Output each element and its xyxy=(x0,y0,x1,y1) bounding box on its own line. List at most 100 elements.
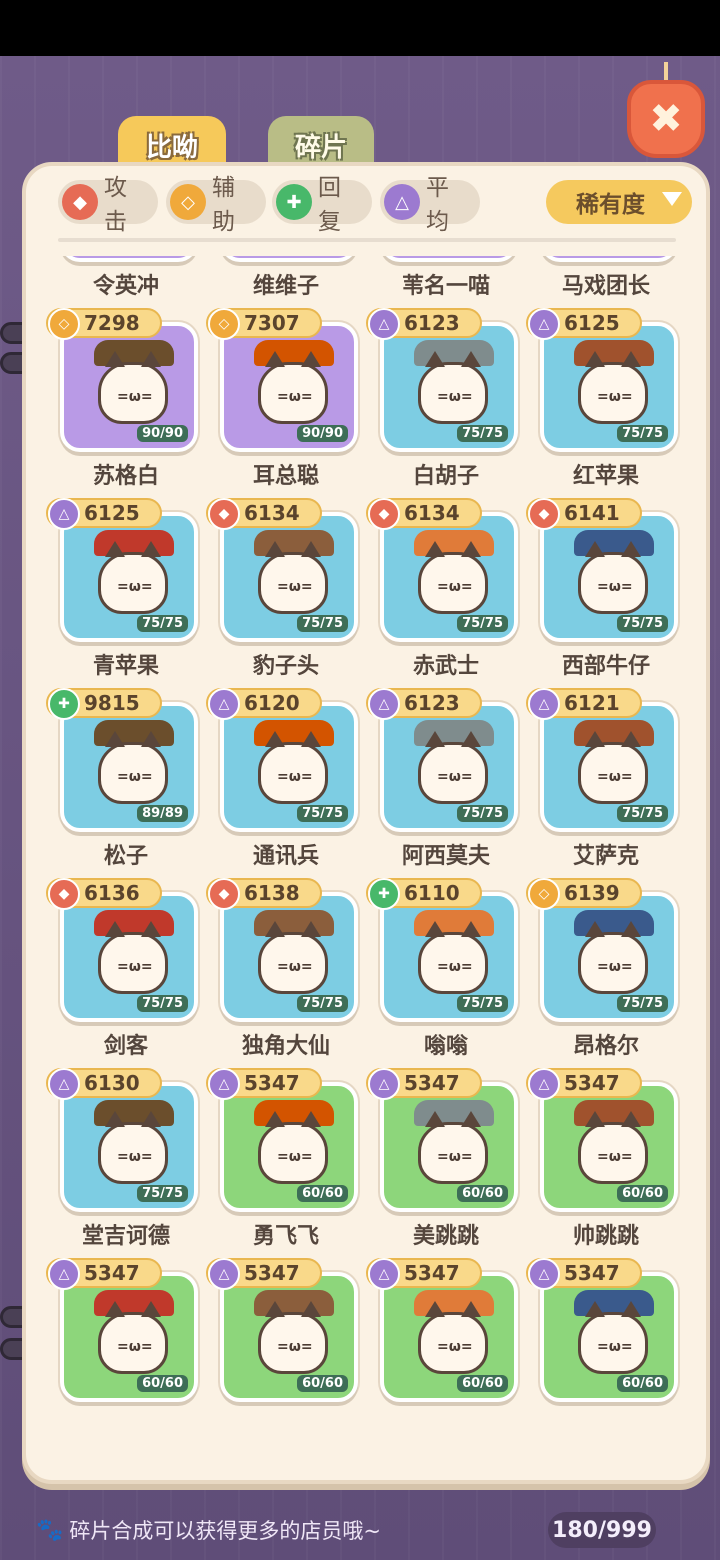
attack-icon: ◆ xyxy=(208,498,240,530)
balance-icon: △ xyxy=(368,1068,400,1100)
power-value: 5347 xyxy=(404,1261,460,1285)
character-card[interactable]: =ω= 60/60 △ 5347 美跳跳 xyxy=(366,1068,526,1258)
character-portrait: =ω= 90/90 xyxy=(220,322,358,452)
character-card[interactable]: =ω=90/90 维维子 xyxy=(206,256,366,308)
character-name: 青苹果 xyxy=(92,654,159,679)
level-badge: 75/75 xyxy=(457,805,508,822)
cat-face-icon: =ω= xyxy=(117,959,153,975)
cat-sprite: =ω= xyxy=(578,1111,648,1184)
cat-sprite: =ω= xyxy=(418,541,488,614)
cat-face-icon: =ω= xyxy=(117,389,153,405)
character-card[interactable]: =ω= 75/75 ◆ 6134 豹子头 xyxy=(206,498,366,688)
filter-support[interactable]: ◇ 辅助 xyxy=(166,175,266,235)
cat-face-icon: =ω= xyxy=(117,579,153,595)
character-card[interactable]: =ω= 75/75 ✚ 6110 嗡嗡 xyxy=(366,878,526,1068)
character-card[interactable]: =ω= 75/75 ◆ 6141 西部牛仔 xyxy=(526,498,686,688)
balance-icon: △ xyxy=(528,308,560,340)
character-name: 红苹果 xyxy=(572,464,639,489)
character-card[interactable]: =ω= 90/90 ◇ 7298 苏格白 xyxy=(46,308,206,498)
close-icon: ✖ xyxy=(627,80,705,158)
character-name: 豹子头 xyxy=(252,654,319,679)
character-name: 阿西莫夫 xyxy=(401,844,490,869)
power-value: 6141 xyxy=(564,501,620,525)
character-card[interactable]: =ω= 75/75 ◇ 6139 昂格尔 xyxy=(526,878,686,1068)
cat-face-icon: =ω= xyxy=(437,579,473,595)
cat-sprite: =ω= xyxy=(258,541,328,614)
character-card[interactable]: =ω= 75/75 ◆ 6138 独角大仙 xyxy=(206,878,366,1068)
power-value: 6134 xyxy=(404,501,460,525)
character-name: 独角大仙 xyxy=(241,1034,330,1059)
sort-rarity-label: 稀有度 xyxy=(576,192,645,218)
cat-sprite: =ω= xyxy=(258,1301,328,1374)
character-portrait: =ω= 75/75 xyxy=(60,1082,198,1212)
character-card[interactable]: =ω=90/90 苇名一喵 xyxy=(366,256,526,308)
character-card[interactable]: =ω= 60/60 △ 5347 xyxy=(366,1258,526,1448)
character-name: 白胡子 xyxy=(412,464,479,489)
filter-heal-label: 回复 xyxy=(318,175,341,235)
character-card[interactable]: =ω= 75/75 ◆ 6134 赤武士 xyxy=(366,498,526,688)
character-card[interactable]: =ω= 89/89 ✚ 9815 松子 xyxy=(46,688,206,878)
cat-face-icon: =ω= xyxy=(277,959,313,975)
level-badge: 75/75 xyxy=(137,615,188,632)
cat-face-icon: =ω= xyxy=(437,769,473,785)
character-portrait: =ω= 75/75 xyxy=(60,512,198,642)
character-card[interactable]: =ω= 60/60 △ 5347 xyxy=(46,1258,206,1448)
power-badge: △ 6121 xyxy=(526,688,642,720)
filter-heal[interactable]: ✚ 回复 xyxy=(272,175,372,235)
character-card[interactable]: =ω= 90/90 ◇ 7307 耳总聪 xyxy=(206,308,366,498)
power-value: 6125 xyxy=(564,311,620,335)
character-card[interactable]: =ω= 75/75 △ 6125 红苹果 xyxy=(526,308,686,498)
character-card[interactable]: =ω=90/90 马戏团长 xyxy=(526,256,686,308)
character-name: 马戏团长 xyxy=(561,274,650,299)
character-card[interactable]: =ω= 75/75 △ 6125 青苹果 xyxy=(46,498,206,688)
close-button[interactable]: ✖ xyxy=(627,62,705,162)
cat-sprite: =ω= xyxy=(418,1301,488,1374)
level-badge: 60/60 xyxy=(457,1375,508,1392)
character-card[interactable]: =ω= 60/60 △ 5347 xyxy=(206,1258,366,1448)
cat-face-icon: =ω= xyxy=(597,959,633,975)
power-value: 5347 xyxy=(244,1261,300,1285)
character-card[interactable]: =ω=90/90 令英冲 xyxy=(46,256,206,308)
character-portrait: =ω= 60/60 xyxy=(380,1272,518,1402)
character-portrait: =ω= 75/75 xyxy=(220,512,358,642)
power-value: 7298 xyxy=(84,311,140,335)
level-badge: 90/90 xyxy=(137,425,188,442)
character-card[interactable]: =ω= 75/75 △ 6121 艾萨克 xyxy=(526,688,686,878)
cat-sprite: =ω= xyxy=(578,351,648,424)
character-portrait: =ω= 60/60 xyxy=(220,1082,358,1212)
level-badge: 60/60 xyxy=(137,1375,188,1392)
character-portrait: =ω= 60/60 xyxy=(540,1272,678,1402)
character-portrait: =ω= 89/89 xyxy=(60,702,198,832)
character-card[interactable]: =ω= 75/75 △ 6123 阿西莫夫 xyxy=(366,688,526,878)
character-name: 令英冲 xyxy=(92,274,159,299)
sort-rarity-dropdown[interactable]: 稀有度 xyxy=(546,180,692,224)
character-portrait: =ω= 75/75 xyxy=(380,512,518,642)
balance-icon: △ xyxy=(368,308,400,340)
power-badge: ✚ 9815 xyxy=(46,688,162,720)
cat-sprite: =ω= xyxy=(258,921,328,994)
balance-icon: △ xyxy=(208,1068,240,1100)
cat-face-icon: =ω= xyxy=(277,579,313,595)
character-card[interactable]: =ω= 60/60 △ 5347 帅跳跳 xyxy=(526,1068,686,1258)
filter-balance[interactable]: △ 平均 xyxy=(380,175,480,235)
power-value: 5347 xyxy=(84,1261,140,1285)
attack-icon: ◆ xyxy=(62,184,98,220)
cat-sprite: =ω= xyxy=(258,1111,328,1184)
character-card[interactable]: =ω= 75/75 △ 6120 通讯兵 xyxy=(206,688,366,878)
power-value: 6139 xyxy=(564,881,620,905)
character-card[interactable]: =ω= 75/75 ◆ 6136 剑客 xyxy=(46,878,206,1068)
character-card[interactable]: =ω= 60/60 △ 5347 勇飞飞 xyxy=(206,1068,366,1258)
filter-attack[interactable]: ◆ 攻击 xyxy=(58,175,158,235)
character-card[interactable]: =ω= 75/75 △ 6130 堂吉诃德 xyxy=(46,1068,206,1258)
balance-icon: △ xyxy=(528,688,560,720)
character-card[interactable]: =ω= 60/60 △ 5347 xyxy=(526,1258,686,1448)
power-value: 6138 xyxy=(244,881,300,905)
level-badge: 90/90 xyxy=(297,425,348,442)
attack-icon: ◆ xyxy=(48,878,80,910)
character-name: 勇飞飞 xyxy=(252,1224,319,1249)
character-name: 剑客 xyxy=(103,1034,148,1059)
heal-icon: ✚ xyxy=(276,184,312,220)
character-name: 赤武士 xyxy=(412,654,479,679)
character-card[interactable]: =ω= 75/75 △ 6123 白胡子 xyxy=(366,308,526,498)
cat-sprite: =ω= xyxy=(418,1111,488,1184)
